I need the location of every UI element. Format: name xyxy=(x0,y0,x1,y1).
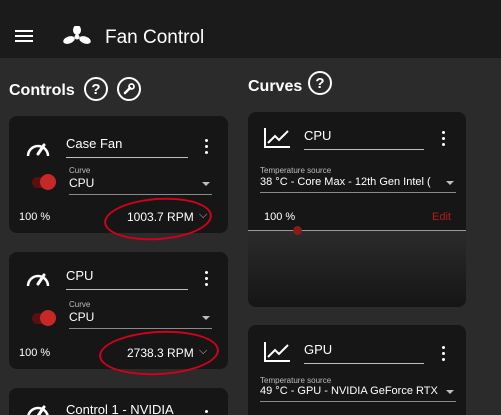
control-name[interactable]: Case Fan xyxy=(66,136,188,158)
curve-card: CPU Temperature source 38 °C - Core Max … xyxy=(248,112,466,307)
temperature-source-select[interactable]: 49 °C - GPU - NVIDIA GeForce RTX xyxy=(260,385,456,402)
curve-select[interactable]: CPU xyxy=(69,310,212,329)
curve-graph-icon xyxy=(264,342,290,362)
edit-button[interactable]: Edit xyxy=(432,211,451,223)
curve-name[interactable]: CPU xyxy=(304,128,424,150)
curve-label: Curve xyxy=(69,300,91,309)
control-name[interactable]: CPU xyxy=(66,268,188,290)
help-icon[interactable]: ? xyxy=(308,71,332,95)
control-card: Control 1 - NVIDIA xyxy=(9,388,228,415)
temperature-source-select[interactable]: 38 °C - Core Max - 12th Gen Intel ( xyxy=(260,176,456,193)
curves-title: Curves xyxy=(248,78,303,95)
control-name[interactable]: Control 1 - NVIDIA xyxy=(66,402,192,415)
help-icon[interactable]: ? xyxy=(84,77,108,101)
curve-graph-icon xyxy=(264,128,290,148)
app-title: Fan Control xyxy=(105,27,205,48)
temperature-source-label: Temperature source xyxy=(260,166,332,175)
kebab-menu-icon[interactable] xyxy=(442,131,446,149)
hamburger-icon[interactable] xyxy=(15,30,33,45)
gauge-icon xyxy=(26,273,50,287)
kebab-menu-icon[interactable] xyxy=(205,139,209,157)
speed-percent: 100 % xyxy=(19,347,51,359)
curve-graph[interactable] xyxy=(248,230,466,307)
chevron-down-icon[interactable] xyxy=(446,390,454,394)
chevron-down-icon[interactable] xyxy=(202,182,210,186)
curve-percent: 100 % xyxy=(264,211,296,223)
curve-select[interactable]: CPU xyxy=(69,176,212,195)
gauge-icon xyxy=(27,405,49,415)
controls-title: Controls xyxy=(9,82,75,99)
speed-percent: 100 % xyxy=(19,211,51,223)
curve-card: GPU Temperature source 49 °C - GPU - NVI… xyxy=(248,325,466,415)
app-bar: Fan Control xyxy=(0,0,501,58)
temperature-source-label: Temperature source xyxy=(260,376,332,385)
curve-point[interactable] xyxy=(293,226,302,235)
kebab-menu-icon[interactable] xyxy=(205,410,209,415)
chevron-down-icon[interactable] xyxy=(446,181,454,185)
chevron-down-icon[interactable] xyxy=(202,316,210,320)
toggle-knob[interactable] xyxy=(40,174,56,190)
curve-label: Curve xyxy=(69,166,91,175)
wrench-icon[interactable] xyxy=(117,77,141,101)
gauge-icon xyxy=(26,143,50,157)
fan-logo-icon xyxy=(63,26,91,44)
kebab-menu-icon[interactable] xyxy=(205,271,209,289)
toggle-knob[interactable] xyxy=(40,310,56,326)
kebab-menu-icon[interactable] xyxy=(442,346,446,364)
curve-name[interactable]: GPU xyxy=(304,342,424,364)
